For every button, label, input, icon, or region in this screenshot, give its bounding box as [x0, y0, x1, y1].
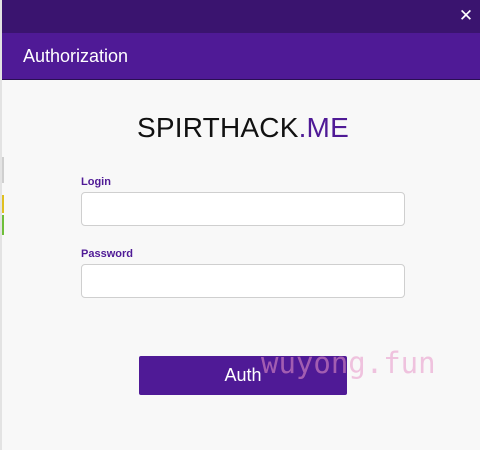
edge-decoration	[2, 215, 4, 235]
brand-logo: SPIRTHACK.ME	[2, 112, 480, 144]
dialog-header: Authorization	[2, 33, 480, 80]
window-titlebar: ✕	[2, 0, 480, 33]
brand-domain-suffix: .ME	[298, 112, 349, 143]
edge-decoration	[2, 195, 4, 213]
page-title: Authorization	[23, 46, 129, 66]
login-label: Login	[81, 176, 111, 188]
auth-button[interactable]: Auth	[139, 356, 347, 395]
auth-window: ✕ Authorization SPIRTHACK.ME Login Passw…	[0, 0, 480, 450]
close-icon[interactable]: ✕	[456, 6, 476, 26]
brand-name: SPIRTHACK	[137, 112, 299, 143]
password-input[interactable]	[81, 264, 405, 298]
password-label: Password	[81, 248, 133, 260]
edge-decoration	[2, 157, 4, 183]
login-input[interactable]	[81, 192, 405, 226]
